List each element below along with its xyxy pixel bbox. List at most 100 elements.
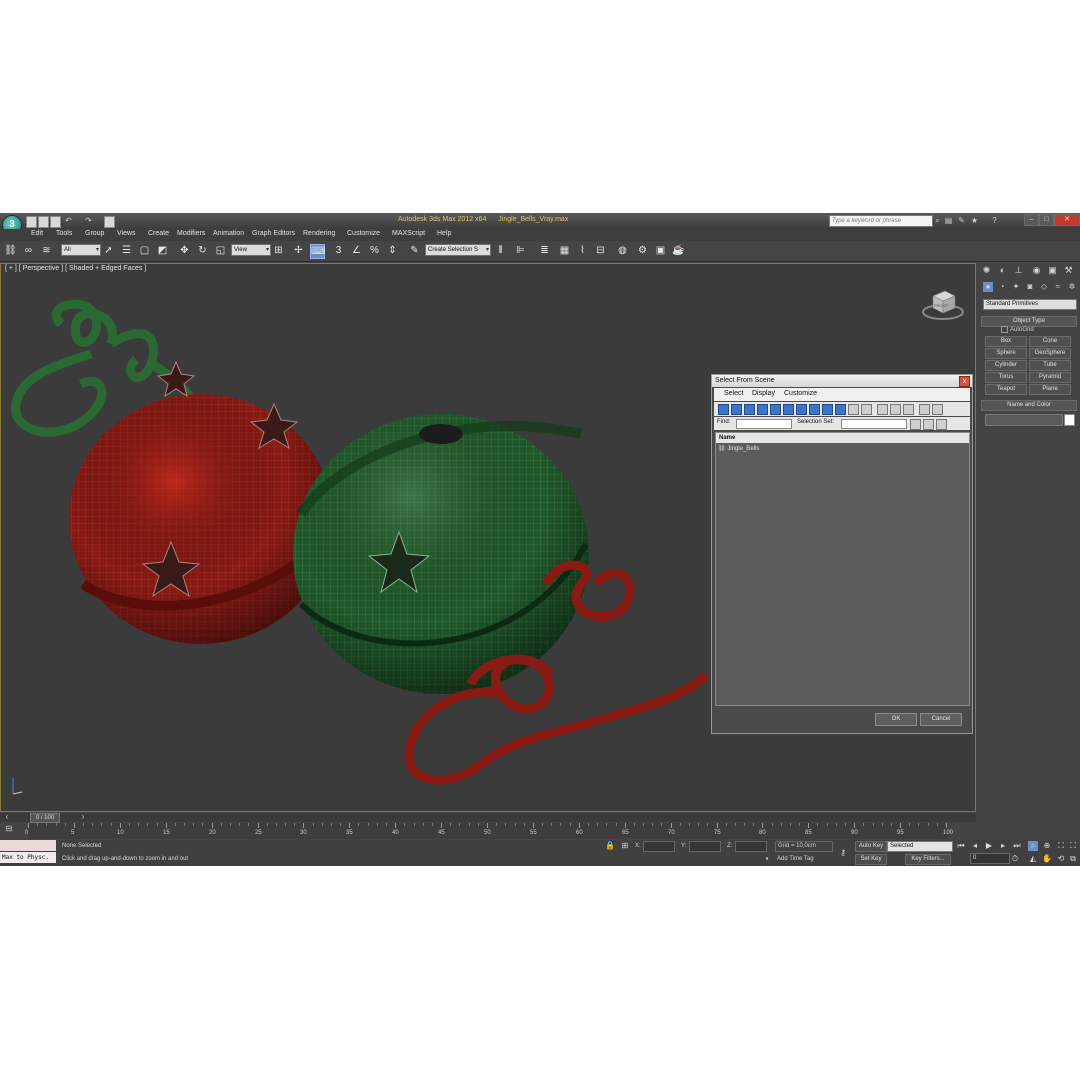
display-bones-icon[interactable] — [822, 404, 833, 415]
schematic-view-icon[interactable]: ⊟ — [594, 244, 607, 257]
close-window-button[interactable]: ✕ — [1054, 214, 1080, 226]
menu-rendering[interactable]: Rendering — [303, 230, 335, 237]
open-file-icon[interactable] — [38, 216, 49, 228]
primitive-type-dropdown[interactable]: Standard Primitives — [983, 299, 1077, 310]
display-geometry-icon[interactable] — [718, 404, 729, 415]
perspective-viewport[interactable]: [ + ] [ Perspective ] [ Shaded + Edged F… — [0, 263, 976, 812]
object-name-field[interactable] — [985, 414, 1063, 426]
curve-editor-icon[interactable]: ⌇ — [576, 244, 589, 257]
cylinder-button[interactable]: Cylinder — [985, 360, 1027, 371]
project-folder-icon[interactable] — [104, 216, 115, 228]
geometry-category-icon[interactable]: ● — [983, 282, 993, 292]
menu-modifiers[interactable]: Modifiers — [177, 230, 205, 237]
display-cameras-icon[interactable] — [757, 404, 768, 415]
play-icon[interactable]: ▶ — [984, 841, 994, 851]
binoculars-icon[interactable]: ⌕ — [933, 216, 942, 225]
cancel-button[interactable]: Cancel — [920, 713, 962, 726]
y-coordinate-field[interactable] — [689, 841, 721, 852]
pyramid-button[interactable]: Pyramid — [1029, 372, 1071, 383]
edit-named-selection-icon[interactable]: ✎ — [408, 244, 421, 257]
go-to-end-icon[interactable]: ⏭ — [1012, 841, 1022, 851]
percent-snap-icon[interactable]: % — [368, 244, 381, 257]
display-hidden-icon[interactable] — [861, 404, 872, 415]
mirror-icon[interactable]: ⫴ — [494, 244, 507, 257]
menu-edit[interactable]: Edit — [31, 230, 43, 237]
menu-create[interactable]: Create — [148, 230, 169, 237]
tube-button[interactable]: Tube — [1029, 360, 1071, 371]
auto-key-button[interactable]: Auto Key — [855, 841, 887, 852]
maxscript-listener-input[interactable] — [0, 840, 56, 851]
torus-button[interactable]: Torus — [985, 372, 1027, 383]
geosphere-button[interactable]: GeoSphere — [1029, 348, 1071, 359]
filter-icon[interactable] — [919, 404, 930, 415]
z-coordinate-field[interactable] — [735, 841, 767, 852]
display-space-warps-icon[interactable] — [783, 404, 794, 415]
angle-snap-icon[interactable]: ∠ — [350, 244, 363, 257]
rectangular-selection-icon[interactable]: ▢ — [138, 244, 151, 257]
keyboard-shortcut-override-icon[interactable]: ⌨ — [310, 244, 325, 259]
track-bar[interactable]: 0 5 10 15 20 25 30 35 40 45 50 55 60 65 70 75 80 85 90 95 10… — [25, 823, 953, 839]
display-frozen-icon[interactable] — [848, 404, 859, 415]
select-by-name-icon[interactable]: ☰ — [120, 244, 133, 257]
subscription-icon[interactable]: ▤ — [944, 216, 953, 225]
menu-customize[interactable]: Customize — [347, 230, 380, 237]
layer-manager-icon[interactable]: ≣ — [538, 244, 551, 257]
current-frame-field[interactable]: 0 — [970, 853, 1010, 864]
menu-maxscript[interactable]: MAXScript — [392, 230, 425, 237]
motion-tab-icon[interactable]: ◉ — [1031, 265, 1042, 276]
maximize-button[interactable]: □ — [1039, 214, 1054, 226]
scale-icon[interactable]: ◱ — [214, 244, 227, 257]
lights-category-icon[interactable]: ✦ — [1011, 282, 1021, 292]
pivot-center-icon[interactable]: ⊞ — [272, 244, 285, 257]
find-input[interactable] — [736, 419, 792, 429]
time-configuration-icon[interactable]: ⏱ — [1010, 854, 1020, 864]
redo-icon[interactable]: ↷ — [84, 216, 93, 225]
menu-tools[interactable]: Tools — [56, 230, 72, 237]
maximize-viewport-icon[interactable]: ⧉ — [1068, 854, 1078, 864]
maxscript-listener-output[interactable]: Max to Physc. — [0, 852, 56, 863]
zoom-all-icon[interactable]: ⊕ — [1042, 841, 1052, 851]
link-icon[interactable]: ⛓ — [4, 244, 17, 257]
align-icon[interactable]: ⊫ — [514, 244, 527, 257]
add-time-tag-button[interactable]: Add Time Tag — [777, 856, 814, 862]
selection-filter-dropdown[interactable]: All — [61, 244, 101, 256]
display-all-icon[interactable] — [877, 404, 888, 415]
cameras-category-icon[interactable]: ◙ — [1025, 282, 1035, 292]
space-warps-category-icon[interactable]: ≈ — [1053, 282, 1063, 292]
dialog-close-button[interactable]: x — [959, 376, 970, 387]
set-key-mode-icon[interactable]: ⚷ — [838, 848, 848, 858]
dialog-menu-customize[interactable]: Customize — [784, 390, 817, 397]
field-of-view-icon[interactable]: ◭ — [1028, 854, 1038, 864]
mini-curve-editor-icon[interactable]: ⊟ — [4, 824, 14, 834]
render-setup-icon[interactable]: ⚙ — [636, 244, 649, 257]
helpers-category-icon[interactable]: ◇ — [1039, 282, 1049, 292]
menu-group[interactable]: Group — [85, 230, 104, 237]
menu-graph-editors[interactable]: Graph Editors — [252, 230, 295, 237]
cone-button[interactable]: Cone — [1029, 336, 1071, 347]
menu-views[interactable]: Views — [117, 230, 136, 237]
slider-next-arrow-icon[interactable]: › — [78, 812, 88, 822]
list-item[interactable]: ⛓ Jingle_Bells — [718, 445, 759, 452]
material-editor-icon[interactable]: ◍ — [616, 244, 629, 257]
display-tab-icon[interactable]: ▣ — [1047, 265, 1058, 276]
snaps-toggle-icon[interactable]: 3 — [332, 244, 345, 257]
absolute-mode-icon[interactable]: ⊞ — [620, 841, 630, 851]
sphere-button[interactable]: Sphere — [985, 348, 1027, 359]
previous-frame-icon[interactable]: ◂ — [970, 841, 980, 851]
box-button[interactable]: Box — [985, 336, 1027, 347]
display-helpers-icon[interactable] — [770, 404, 781, 415]
systems-category-icon[interactable]: ✲ — [1067, 282, 1077, 292]
zoom-extents-icon[interactable]: ⛶ — [1056, 841, 1066, 851]
create-selection-set-icon[interactable] — [910, 419, 921, 430]
add-to-selection-set-icon[interactable] — [923, 419, 934, 430]
teapot-button[interactable]: Teapot — [985, 384, 1027, 395]
go-to-start-icon[interactable]: ⏮ — [956, 841, 966, 851]
dialog-menu-display[interactable]: Display — [752, 390, 775, 397]
help-search-input[interactable]: Type a keyword or phrase — [829, 215, 933, 227]
dialog-menu-select[interactable]: Select — [724, 390, 743, 397]
time-slider[interactable]: ‹ 0 / 100 › — [0, 812, 976, 823]
display-shapes-icon[interactable] — [731, 404, 742, 415]
unlink-icon[interactable]: ∞ — [22, 244, 35, 257]
rendered-frame-window-icon[interactable]: ▣ — [654, 244, 667, 257]
x-coordinate-field[interactable] — [643, 841, 675, 852]
